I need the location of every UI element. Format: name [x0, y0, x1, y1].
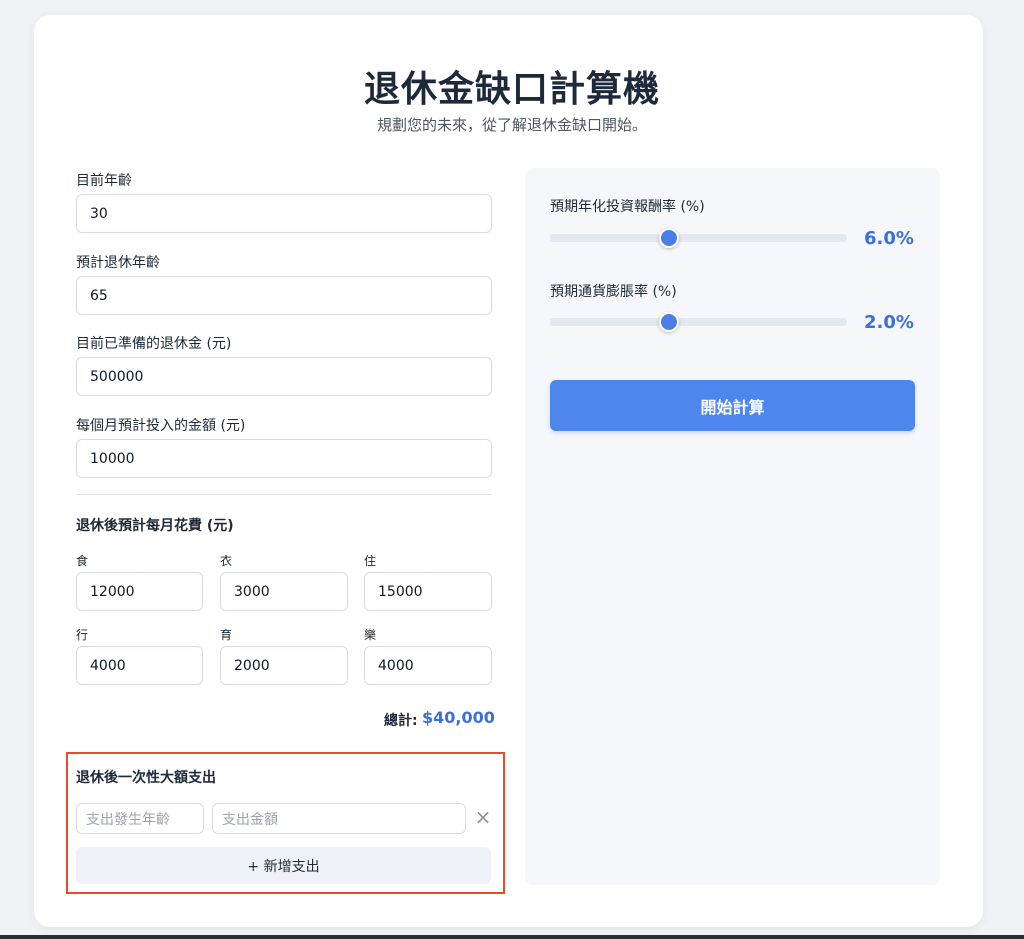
return-rate-slider-fill — [550, 234, 649, 242]
saved-amount-label: 目前已準備的退休金 (元) — [76, 336, 232, 352]
expense-housing-label: 住 — [364, 554, 377, 568]
inflation-rate-slider-thumb[interactable] — [658, 312, 679, 332]
expense-total-value: $40,000 — [422, 708, 495, 727]
expense-leisure-input[interactable]: 4000 — [364, 646, 492, 685]
expense-housing-input[interactable]: 15000 — [364, 572, 492, 611]
page-title: 退休金缺口計算機 — [363, 69, 660, 110]
expense-food-label: 食 — [76, 554, 89, 568]
lump-sum-section-label: 退休後一次性大額支出 — [76, 770, 216, 786]
monthly-contribution-label: 每個月預計投入的金額 (元) — [76, 418, 246, 434]
current-age-input[interactable]: 30 — [76, 194, 492, 233]
saved-amount-input[interactable]: 500000 — [76, 357, 492, 396]
lump-sum-age-input[interactable]: 支出發生年齡 — [76, 803, 204, 834]
inflation-rate-value: 2.0% — [864, 312, 914, 333]
return-rate-slider-thumb[interactable] — [658, 228, 679, 248]
return-rate-label: 預期年化投資報酬率 (%) — [550, 199, 705, 215]
expense-education-input[interactable]: 2000 — [220, 646, 348, 685]
expense-transport-input[interactable]: 4000 — [76, 646, 203, 685]
expense-education-label: 育 — [220, 628, 233, 642]
lump-sum-amount-input[interactable]: 支出金額 — [212, 803, 466, 834]
monthly-contribution-input[interactable]: 10000 — [76, 439, 492, 478]
current-age-label: 目前年齡 — [76, 173, 132, 189]
expense-food-input[interactable]: 12000 — [76, 572, 203, 611]
retire-age-label: 預計退休年齡 — [76, 255, 160, 271]
expense-clothing-label: 衣 — [220, 554, 233, 568]
expense-clothing-input[interactable]: 3000 — [220, 572, 348, 611]
inflation-rate-slider-fill — [550, 318, 649, 326]
calculate-button[interactable]: 開始計算 — [550, 380, 915, 431]
expense-leisure-label: 樂 — [364, 628, 377, 642]
return-rate-slider[interactable] — [550, 234, 847, 242]
add-expense-button[interactable]: + 新增支出 — [76, 847, 491, 884]
expense-total-label: 總計: — [384, 713, 418, 729]
expense-transport-label: 行 — [76, 628, 89, 642]
inflation-rate-slider[interactable] — [550, 318, 847, 326]
settings-panel — [525, 168, 940, 885]
page-subtitle: 規劃您的未來，從了解退休金缺口開始。 — [376, 116, 647, 134]
section-divider — [76, 494, 492, 495]
retire-age-input[interactable]: 65 — [76, 276, 492, 315]
inflation-rate-label: 預期通貨膨脹率 (%) — [550, 284, 677, 300]
taskbar-strip — [0, 935, 1024, 939]
monthly-expense-section-label: 退休後預計每月花費 (元) — [76, 518, 234, 534]
return-rate-value: 6.0% — [864, 228, 914, 249]
remove-expense-close-icon[interactable]: × — [474, 806, 492, 828]
